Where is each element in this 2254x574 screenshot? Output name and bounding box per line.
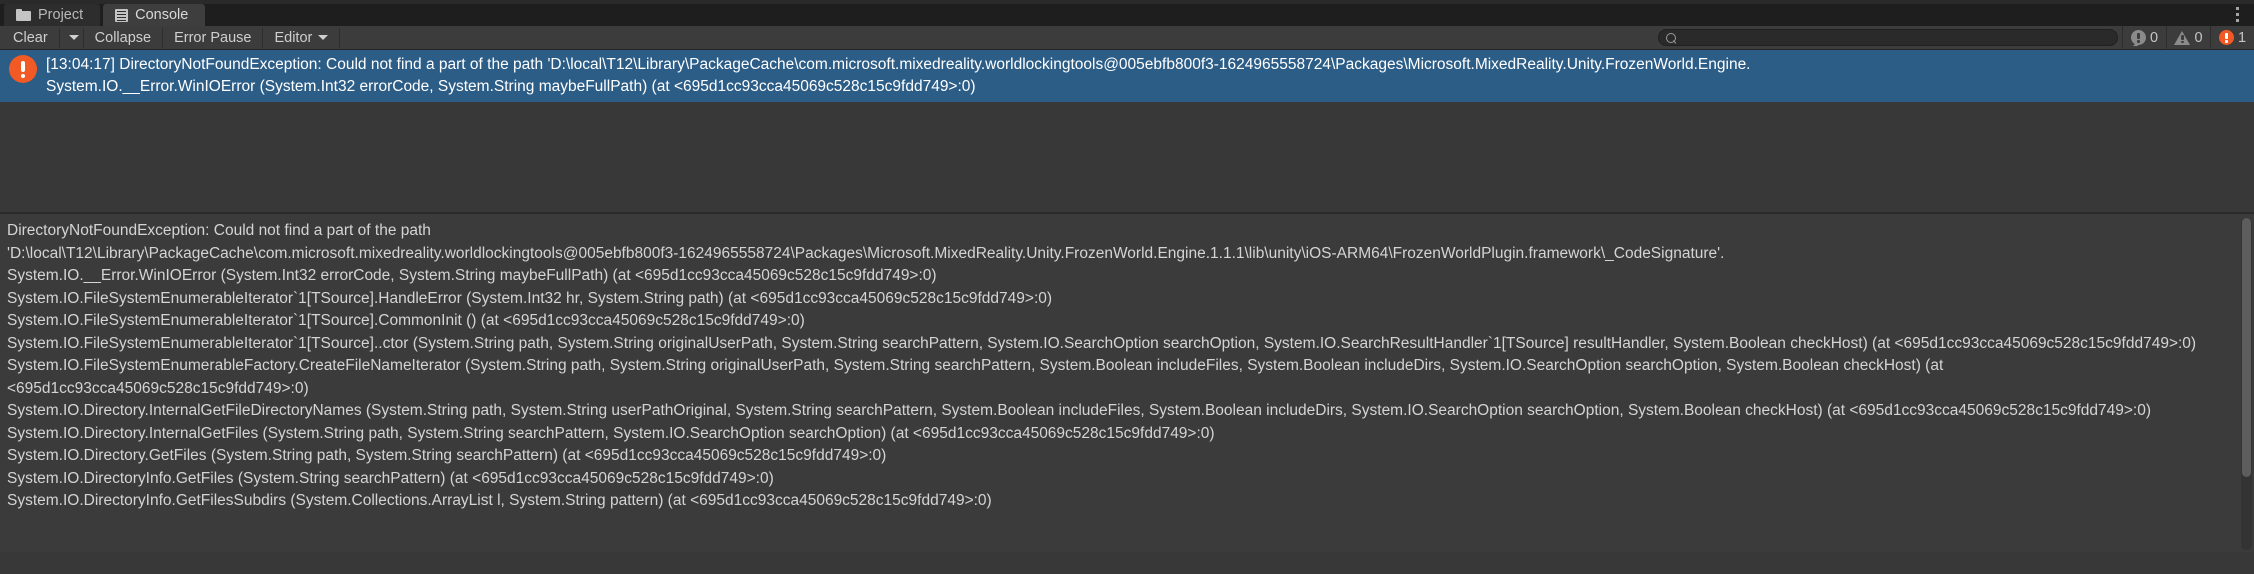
kebab-dot — [2235, 12, 2239, 16]
console-log-list[interactable]: [13:04:17] DirectoryNotFoundException: C… — [0, 50, 2254, 212]
error-counter[interactable]: 1 — [2210, 25, 2254, 50]
detail-scrollbar-thumb[interactable] — [2242, 218, 2251, 477]
kebab-dot — [2235, 6, 2239, 10]
console-toolbar: Clear Collapse Error Pause Editor 0 0 1 — [0, 25, 2254, 50]
warning-count-label: 0 — [2194, 29, 2203, 46]
tab-project-label: Project — [38, 7, 84, 23]
info-count-label: 0 — [2149, 29, 2159, 46]
warning-counter[interactable]: 0 — [2166, 25, 2210, 50]
info-badge-tail — [2132, 41, 2138, 46]
tab-console[interactable]: Console — [103, 4, 206, 26]
info-counter[interactable]: 0 — [2122, 25, 2166, 50]
detail-scrollbar[interactable] — [2241, 218, 2252, 550]
search-input[interactable] — [1659, 30, 2117, 45]
log-entry-line-2: System.IO.__Error.WinIOError (System.Int… — [46, 78, 976, 95]
unity-console-window: Project Console Clear Collapse Error Pau… — [0, 0, 2254, 574]
console-detail-pane[interactable]: DirectoryNotFoundException: Could not fi… — [0, 214, 2254, 552]
log-entry-selected[interactable]: [13:04:17] DirectoryNotFoundException: C… — [0, 50, 2254, 102]
editor-dropdown-label: Editor — [274, 29, 313, 46]
clear-button[interactable]: Clear — [2, 27, 60, 48]
log-entry-line-1: [13:04:17] DirectoryNotFoundException: C… — [46, 56, 1751, 73]
error-circle-icon — [9, 55, 37, 83]
folder-icon — [16, 9, 31, 21]
error-badge-icon — [2218, 30, 2234, 45]
collapse-button[interactable]: Collapse — [84, 27, 164, 48]
console-icon — [115, 8, 129, 22]
error-count-label: 1 — [2237, 29, 2247, 46]
tab-console-label: Console — [135, 7, 189, 23]
chevron-down-icon — [69, 35, 80, 40]
kebab-menu-icon[interactable] — [2229, 5, 2245, 23]
chevron-down-icon — [318, 35, 329, 40]
info-badge-icon — [2130, 30, 2146, 46]
clear-dropdown-button[interactable] — [60, 27, 84, 48]
error-pause-button[interactable]: Error Pause — [163, 27, 264, 48]
search-box[interactable] — [1658, 29, 2118, 46]
log-entry-text: [13:04:17] DirectoryNotFoundException: C… — [46, 54, 2246, 98]
tab-project[interactable]: Project — [4, 4, 101, 26]
stack-trace-text: DirectoryNotFoundException: Could not fi… — [7, 222, 2197, 509]
kebab-dot — [2235, 18, 2239, 22]
search-icon — [1666, 33, 1676, 43]
window-tab-strip: Project Console — [0, 0, 2254, 26]
warning-badge-icon — [2174, 30, 2191, 45]
editor-dropdown-button[interactable]: Editor — [263, 27, 341, 48]
